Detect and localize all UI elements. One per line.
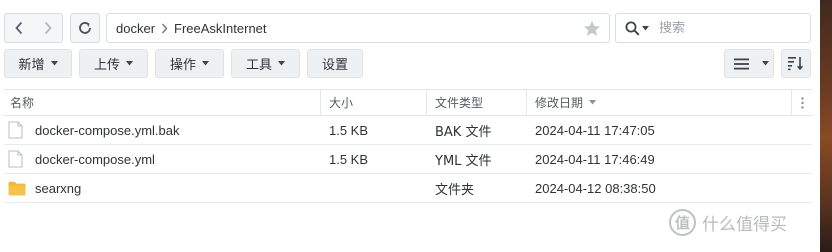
forward-button[interactable]: [33, 13, 63, 43]
search-box[interactable]: [615, 13, 811, 43]
tools-button-label: 工具: [245, 58, 272, 73]
sort-icon: [788, 57, 804, 71]
chevron-down-icon: [126, 61, 133, 66]
chevron-right-icon: [44, 21, 52, 35]
column-header-type-label: 文件类型: [435, 96, 484, 110]
star-icon[interactable]: [583, 20, 601, 40]
column-header-name-label: 名称: [10, 96, 35, 110]
file-modified: 2024-04-11 17:47:05: [535, 122, 655, 138]
view-mode-button[interactable]: [724, 49, 758, 78]
chevron-down-icon: [278, 61, 285, 66]
column-divider[interactable]: [791, 90, 792, 115]
chevron-down-icon[interactable]: [642, 25, 649, 31]
watermark-logo: 值: [669, 209, 696, 236]
file-icon: [8, 121, 23, 142]
file-type: 文件夹: [435, 182, 475, 198]
breadcrumb-current-folder[interactable]: FreeAskInternet: [174, 21, 267, 36]
chevron-down-icon: [50, 61, 58, 66]
file-name[interactable]: docker-compose.yml: [35, 145, 155, 173]
settings-button-label: 设置: [321, 58, 348, 73]
file-type: BAK 文件: [435, 124, 492, 140]
upload-button[interactable]: 上传: [79, 49, 148, 78]
column-divider[interactable]: [426, 90, 427, 115]
chevron-down-icon: [202, 61, 209, 66]
file-size: 1.5 KB: [329, 151, 369, 167]
upload-button-label: 上传: [93, 58, 120, 73]
watermark: 值 什么值得买: [669, 209, 787, 236]
column-header-name[interactable]: 名称: [4, 90, 320, 115]
table-header: 名称 大小 文件类型 修改日期: [4, 89, 812, 116]
folder-icon: [8, 181, 26, 199]
chevron-down-icon: [761, 61, 769, 66]
search-input[interactable]: [659, 20, 789, 36]
new-button[interactable]: 新增: [4, 49, 72, 78]
file-type: YML 文件: [435, 153, 492, 169]
file-modified: 2024-04-11 17:46:49: [535, 151, 655, 167]
column-header-modified-label: 修改日期: [535, 96, 584, 110]
file-station-window: docker FreeAskInternet 新增 上传 操作 工具: [0, 0, 820, 252]
refresh-icon: [79, 22, 91, 34]
column-header-size[interactable]: 大小: [323, 90, 426, 115]
table-row[interactable]: docker-compose.yml 1.5 KB YML 文件 2024-04…: [4, 145, 812, 174]
sort-button[interactable]: [781, 49, 811, 78]
file-modified: 2024-04-12 08:38:50: [535, 180, 656, 196]
file-name[interactable]: docker-compose.yml.bak: [35, 116, 180, 144]
file-size: 1.5 KB: [329, 122, 369, 138]
view-mode-dropdown[interactable]: [757, 49, 774, 78]
settings-button[interactable]: 设置: [307, 49, 363, 78]
column-divider[interactable]: [526, 90, 527, 115]
search-icon[interactable]: [625, 21, 640, 36]
watermark-text: 什么值得买: [702, 215, 787, 235]
refresh-button[interactable]: [70, 13, 100, 43]
file-table: 名称 大小 文件类型 修改日期 docker-compose.yml.bak 1…: [4, 89, 812, 203]
file-icon: [8, 150, 23, 171]
sort-descending-icon: [589, 100, 597, 105]
column-header-type[interactable]: 文件类型: [429, 90, 526, 115]
folder-name[interactable]: searxng: [35, 174, 81, 202]
action-button-label: 操作: [169, 58, 196, 73]
breadcrumb-docker[interactable]: docker: [116, 21, 155, 36]
table-row[interactable]: docker-compose.yml.bak 1.5 KB BAK 文件 202…: [4, 116, 812, 145]
column-divider[interactable]: [320, 90, 321, 115]
breadcrumb-separator-icon: [161, 23, 168, 34]
new-button-label: 新增: [18, 58, 45, 73]
address-bar[interactable]: docker FreeAskInternet: [106, 13, 610, 43]
background-edge: [820, 0, 832, 252]
column-options-icon[interactable]: [794, 90, 810, 115]
list-view-icon: [733, 58, 749, 69]
action-button[interactable]: 操作: [155, 49, 224, 78]
table-row[interactable]: searxng 文件夹 2024-04-12 08:38:50: [4, 174, 812, 203]
column-header-size-label: 大小: [329, 96, 354, 110]
column-header-modified[interactable]: 修改日期: [529, 90, 791, 115]
chevron-left-icon: [15, 21, 23, 35]
tools-button[interactable]: 工具: [231, 49, 300, 78]
back-button[interactable]: [4, 13, 34, 43]
